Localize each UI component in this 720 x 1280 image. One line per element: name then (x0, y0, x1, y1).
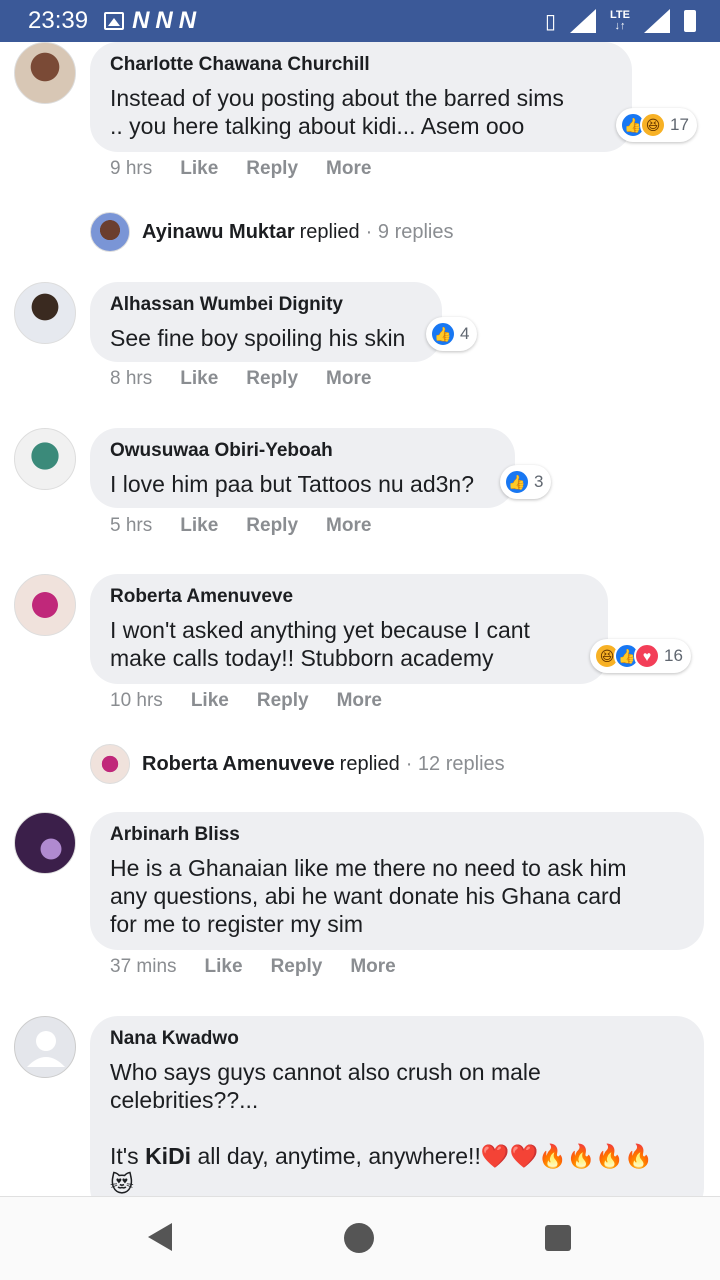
status-bar: 23:39 N N N ▯ LTE ↓↑ (0, 0, 720, 42)
comment-author[interactable]: Charlotte Chawana Churchill (110, 54, 612, 76)
reply-verb: replied (299, 220, 360, 243)
avatar (90, 212, 130, 252)
n-icon: N (155, 7, 173, 34)
system-nav-bar (0, 1196, 720, 1280)
avatar[interactable] (14, 812, 76, 874)
avatar[interactable] (14, 282, 76, 344)
comment-bubble[interactable]: Arbinarh Bliss He is a Ghanaian like me … (90, 812, 704, 950)
comment-bubble[interactable]: Roberta Amenuveve I won't asked anything… (90, 574, 608, 684)
n-icon: N (178, 7, 197, 34)
avatar (90, 744, 130, 784)
replies-link[interactable]: Ayinawu Muktar replied · 9 replies (90, 212, 453, 252)
comment-actions: 9 hrs Like Reply More (110, 158, 371, 180)
comment-text: He is a Ghanaian like me there no need t… (110, 855, 627, 937)
comment-actions: 8 hrs Like Reply More (110, 368, 371, 390)
person-icon (27, 1031, 65, 1067)
comment-bubble[interactable]: Charlotte Chawana Churchill Instead of y… (90, 42, 632, 152)
avatar[interactable] (14, 428, 76, 490)
like-button[interactable]: Like (180, 515, 218, 537)
comment-text: I won't asked anything yet because I can… (110, 617, 530, 671)
default-avatar-icon[interactable] (14, 1016, 76, 1078)
comment-author[interactable]: Alhassan Wumbei Dignity (110, 294, 422, 316)
reaction-count: 3 (534, 472, 544, 491)
signal-x-icon (570, 9, 597, 33)
lte-icon: LTE ↓↑ (610, 9, 630, 32)
home-icon[interactable] (344, 1223, 374, 1253)
like-button[interactable]: Like (180, 158, 218, 180)
signal-icon (644, 9, 670, 33)
comment-time[interactable]: 9 hrs (110, 158, 152, 180)
comment-time[interactable]: 37 mins (110, 956, 177, 978)
n-icon: N (132, 7, 150, 34)
comment-time[interactable]: 5 hrs (110, 515, 152, 537)
reply-button[interactable]: Reply (271, 956, 323, 978)
reply-author: Roberta Amenuveve (142, 752, 335, 775)
reaction-summary[interactable]: 👍 3 (500, 465, 552, 499)
reply-button[interactable]: Reply (257, 690, 309, 712)
comment-author[interactable]: Roberta Amenuveve (110, 586, 588, 608)
comment-text: Instead of you posting about the barred … (110, 85, 564, 139)
reply-count: · 9 replies (365, 220, 454, 243)
image-icon (104, 12, 125, 30)
haha-reaction-icon: 😆 (640, 112, 666, 138)
reaction-count: 17 (670, 115, 689, 134)
more-button[interactable]: More (337, 690, 382, 712)
comment-text: I love him paa but Tattoos nu ad3n? (110, 471, 475, 497)
like-button[interactable]: Like (191, 690, 229, 712)
reply-button[interactable]: Reply (246, 158, 298, 180)
status-time: 23:39 (28, 7, 89, 34)
more-button[interactable]: More (326, 368, 371, 390)
comment-bubble[interactable]: Owusuwaa Obiri-Yeboah I love him paa but… (90, 428, 515, 508)
like-reaction-icon: 👍 (430, 321, 456, 347)
comment-bubble[interactable]: Alhassan Wumbei Dignity See fine boy spo… (90, 282, 442, 362)
reply-author: Ayinawu Muktar (142, 220, 295, 243)
love-reaction-icon: ♥ (634, 643, 660, 669)
reaction-count: 16 (664, 646, 683, 665)
comment-actions: 5 hrs Like Reply More (110, 515, 371, 537)
comment-author[interactable]: Nana Kwadwo (110, 1028, 684, 1050)
recent-apps-icon[interactable] (545, 1225, 571, 1251)
comment-time[interactable]: 10 hrs (110, 690, 163, 712)
like-reaction-icon: 👍 (504, 469, 530, 495)
vibrate-icon: ▯ (545, 10, 557, 33)
more-button[interactable]: More (350, 956, 395, 978)
comment-feed[interactable]: Charlotte Chawana Churchill Instead of y… (0, 42, 720, 1196)
reply-verb: replied (339, 752, 400, 775)
comment-time[interactable]: 8 hrs (110, 368, 152, 390)
reply-button[interactable]: Reply (246, 368, 298, 390)
more-button[interactable]: More (326, 158, 371, 180)
reaction-summary[interactable]: 👍 4 (426, 317, 478, 351)
battery-icon (684, 10, 696, 32)
like-button[interactable]: Like (205, 956, 243, 978)
replies-link[interactable]: Roberta Amenuveve replied · 12 replies (90, 744, 505, 784)
comment-author[interactable]: Arbinarh Bliss (110, 824, 684, 846)
comment-bubble[interactable]: Nana Kwadwo Who says guys cannot also cr… (90, 1016, 704, 1196)
reply-button[interactable]: Reply (246, 515, 298, 537)
comment-actions: 10 hrs Like Reply More (110, 690, 382, 712)
comment-author[interactable]: Owusuwaa Obiri-Yeboah (110, 440, 495, 462)
reaction-summary[interactable]: 😆 👍 ♥ 16 (590, 639, 691, 673)
avatar[interactable] (14, 574, 76, 636)
reply-count: · 12 replies (405, 752, 505, 775)
more-button[interactable]: More (326, 515, 371, 537)
back-icon[interactable] (148, 1223, 172, 1251)
like-button[interactable]: Like (180, 368, 218, 390)
comment-text: See fine boy spoiling his skin (110, 325, 406, 351)
comment-actions: 37 mins Like Reply More (110, 956, 396, 978)
avatar[interactable] (14, 42, 76, 104)
reaction-count: 4 (460, 324, 470, 343)
reaction-summary[interactable]: 👍 😆 17 (616, 108, 697, 142)
comment-text: Who says guys cannot also crush on male … (110, 1059, 653, 1196)
